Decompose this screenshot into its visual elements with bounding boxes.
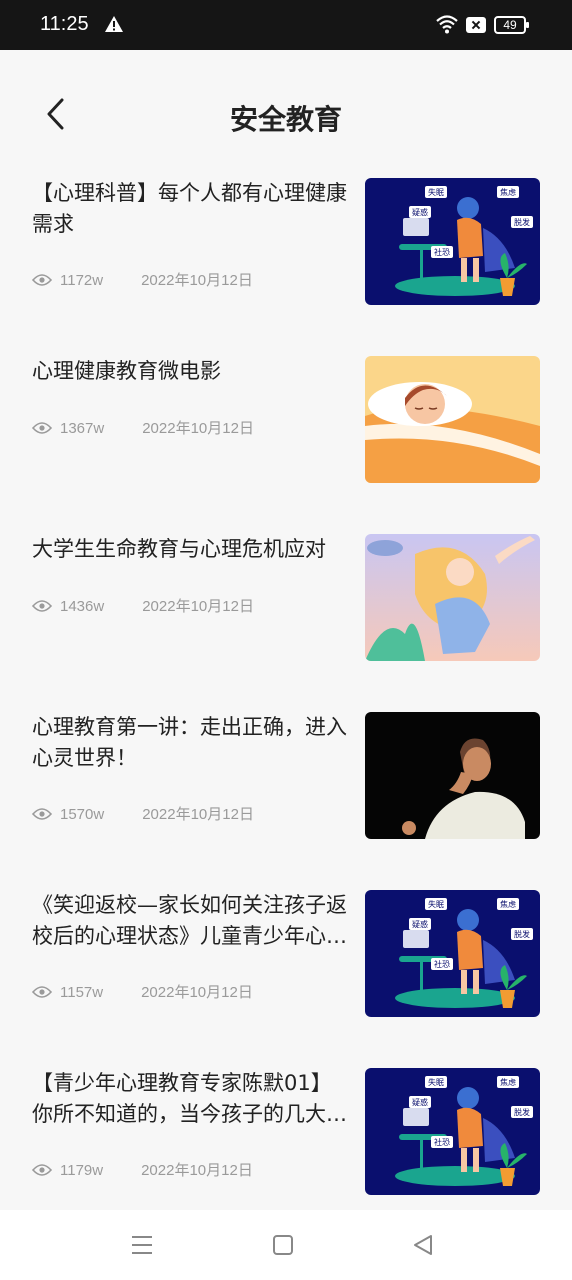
page-title: 安全教育 xyxy=(229,103,342,136)
thumb-label: 焦虑 xyxy=(500,1077,516,1087)
eye-icon xyxy=(32,986,52,998)
thumb-label: 社恐 xyxy=(434,1137,450,1147)
article-item[interactable]: 【青少年心理教育专家陈默01】你所不知道的，当今孩子的几大心理问题 1179w 2… xyxy=(0,1068,572,1198)
article-thumbnail: 失眠 焦虑 疑惑 脱发 社恐 xyxy=(365,1068,540,1195)
article-meta: 1570w 2022年10月12日 xyxy=(32,803,254,824)
thumb-label: 焦虑 xyxy=(500,899,516,909)
publish-date: 2022年10月12日 xyxy=(142,806,254,823)
article-meta: 1172w 2022年10月12日 xyxy=(32,269,253,290)
view-count: 1157w xyxy=(60,984,104,1001)
back-triangle-icon[interactable] xyxy=(410,1232,436,1258)
eye-icon xyxy=(32,1164,52,1176)
eye-icon xyxy=(32,808,52,820)
thumb-label: 脱发 xyxy=(514,929,530,939)
view-count: 1179w xyxy=(60,1162,104,1179)
article-thumbnail: 失眠 焦虑 疑惑 脱发 社恐 xyxy=(365,178,540,305)
article-item[interactable]: 大学生生命教育与心理危机应对 1436w 2022年10月12日 xyxy=(0,534,572,664)
thumb-label: 脱发 xyxy=(514,1107,530,1117)
article-meta: 1157w 2022年10月12日 xyxy=(32,981,253,1002)
thumb-label: 社恐 xyxy=(434,959,450,969)
article-title: 大学生生命教育与心理危机应对 xyxy=(32,537,326,561)
system-nav-bar xyxy=(0,1210,572,1280)
header: 安全教育 xyxy=(0,50,572,160)
article-item[interactable]: 《笑迎返校—家长如何关注孩子返校后的心理状态》儿童青少年心理健康 1157w 20… xyxy=(0,890,572,1020)
article-item[interactable]: 【心理科普】每个人都有心理健康需求 1172w 2022年10月12日 失眠 焦虑 xyxy=(0,178,572,308)
worried-woman-illustration xyxy=(365,712,540,839)
article-thumbnail: 失眠 焦虑 疑惑 脱发 社恐 xyxy=(365,890,540,1017)
article-item[interactable]: 心理健康教育微电影 1367w 2022年10月12日 xyxy=(0,356,572,486)
girl-sleeping-illustration xyxy=(365,356,540,483)
status-time: 11:25 xyxy=(40,13,89,35)
article-meta: 1367w 2022年10月12日 xyxy=(32,417,254,438)
girl-hugging-knees-illustration xyxy=(365,534,540,661)
view-count: 1367w xyxy=(60,420,105,437)
view-count: 1436w xyxy=(60,598,105,615)
menu-icon[interactable] xyxy=(129,1232,155,1258)
article-item[interactable]: 心理教育第一讲：走出正确，进入心灵世界！ 1570w 2022年10月12日 xyxy=(0,712,572,842)
wifi-icon xyxy=(436,15,458,34)
insomnia-anxiety-illustration: 失眠 焦虑 疑惑 脱发 社恐 xyxy=(365,890,540,1017)
view-count: 1172w xyxy=(60,272,104,289)
eye-icon xyxy=(32,274,52,286)
warning-icon xyxy=(105,16,123,32)
thumb-label: 疑惑 xyxy=(412,919,428,929)
publish-date: 2022年10月12日 xyxy=(141,272,253,289)
thumb-label: 疑惑 xyxy=(412,207,428,217)
article-title: 心理教育第一讲：走出正确，进入心灵世界！ xyxy=(32,715,347,770)
home-square-icon[interactable] xyxy=(270,1232,296,1258)
publish-date: 2022年10月12日 xyxy=(142,420,254,437)
article-thumbnail xyxy=(365,356,540,483)
article-title: 【青少年心理教育专家陈默01】你所不知道的，当今孩子的几大心理问题 xyxy=(32,1071,347,1126)
battery-icon: 49 xyxy=(494,16,529,34)
publish-date: 2022年10月12日 xyxy=(142,598,254,615)
no-sim-icon xyxy=(466,17,486,33)
insomnia-anxiety-illustration: 失眠 焦虑 疑惑 脱发 社恐 xyxy=(365,178,540,305)
article-title: 【心理科普】每个人都有心理健康需求 xyxy=(32,181,347,236)
article-thumbnail xyxy=(365,534,540,661)
publish-date: 2022年10月12日 xyxy=(141,1162,253,1179)
thumb-label: 焦虑 xyxy=(500,187,516,197)
article-thumbnail xyxy=(365,712,540,839)
article-title: 心理健康教育微电影 xyxy=(32,359,221,383)
article-meta: 1179w 2022年10月12日 xyxy=(32,1159,253,1180)
thumb-label: 疑惑 xyxy=(412,1097,428,1107)
publish-date: 2022年10月12日 xyxy=(141,984,253,1001)
status-bar: 11:25 49 xyxy=(0,0,572,50)
article-meta: 1436w 2022年10月12日 xyxy=(32,595,254,616)
view-count: 1570w xyxy=(60,806,105,823)
thumb-label: 失眠 xyxy=(428,899,444,909)
eye-icon xyxy=(32,422,52,434)
thumb-label: 社恐 xyxy=(434,247,450,257)
thumb-label: 失眠 xyxy=(428,187,444,197)
eye-icon xyxy=(32,600,52,612)
thumb-label: 脱发 xyxy=(514,217,530,227)
article-title: 《笑迎返校—家长如何关注孩子返校后的心理状态》儿童青少年心理健康 xyxy=(32,893,347,948)
insomnia-anxiety-illustration: 失眠 焦虑 疑惑 脱发 社恐 xyxy=(365,1068,540,1195)
thumb-label: 失眠 xyxy=(428,1077,444,1087)
